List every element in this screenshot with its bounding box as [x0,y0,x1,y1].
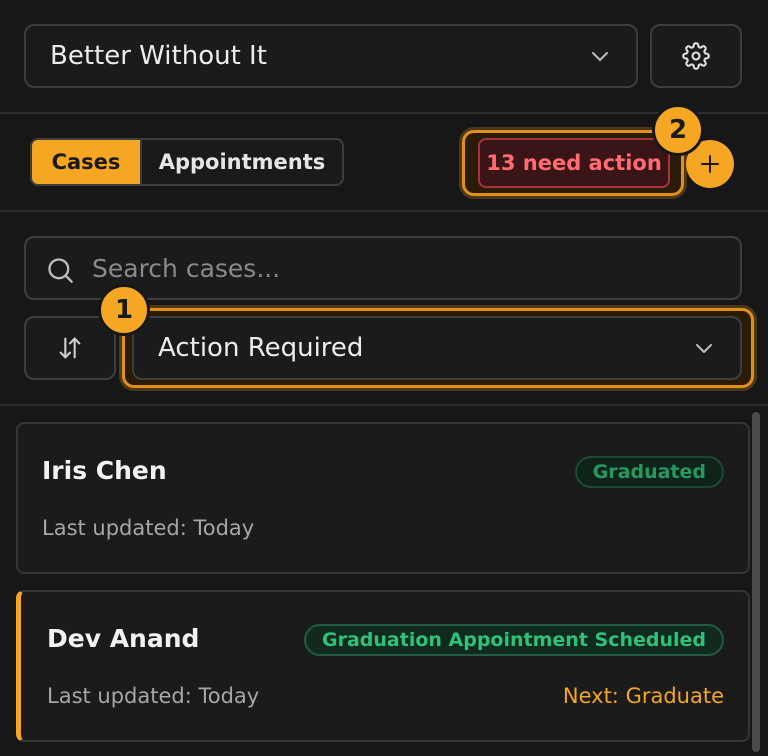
chevron-down-icon [696,344,712,353]
gear-icon [682,42,710,70]
workspace-select[interactable]: Better Without It [24,24,638,88]
search-icon [48,258,73,283]
case-list: Iris Chen Graduated Last updated: Today … [0,408,768,756]
last-updated: Last updated: Today [42,516,255,540]
search-input[interactable] [92,253,692,283]
status-badge: Graduated [574,456,724,488]
settings-button[interactable] [650,24,742,88]
view-tabs: Cases Appointments [30,138,344,186]
case-card-iris-chen[interactable]: Iris Chen Graduated Last updated: Today [16,422,750,574]
filter-bar: Action Required 1 [0,212,768,406]
last-updated: Last updated: Today [47,684,260,708]
status-filter-value: Action Required [158,333,364,363]
case-card-dev-anand[interactable]: Dev Anand Graduation Appointment Schedul… [16,590,750,742]
callout-badge-2: 2 [652,104,704,156]
status-badge: Graduation Appointment Scheduled [304,624,724,656]
callout-badge-1: 1 [98,284,150,336]
next-step: Next: Graduate [562,684,724,708]
view-toolbar: Cases Appointments 13 need action 2 [0,104,768,212]
chevron-down-icon [592,52,608,61]
case-name: Iris Chen [42,456,167,485]
case-name: Dev Anand [47,624,200,653]
tab-cases[interactable]: Cases [32,140,142,184]
tab-appointments[interactable]: Appointments [142,140,342,184]
sort-button[interactable] [24,316,116,380]
workspace-select-value: Better Without It [50,41,267,71]
plus-icon [701,155,719,173]
sort-arrows-icon [59,337,81,359]
status-filter-select[interactable]: Action Required [132,316,742,380]
need-action-button[interactable]: 13 need action [478,138,670,188]
list-scrollbar[interactable] [752,412,760,752]
workspace-bar: Better Without It [0,0,768,114]
